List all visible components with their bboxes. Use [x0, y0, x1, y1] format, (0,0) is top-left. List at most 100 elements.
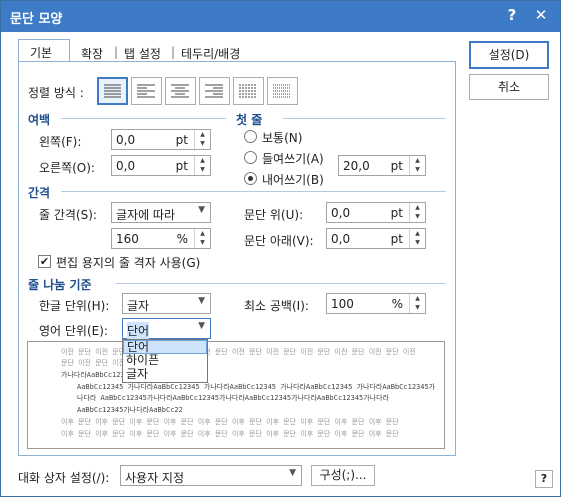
tab-border-background[interactable]: 테두리/배경	[181, 45, 240, 62]
min-space-label: 최소 공백(I):	[244, 299, 309, 313]
spinner-icon[interactable]: ▲ ▼	[409, 229, 425, 248]
tab-separator: |	[171, 45, 176, 59]
margin-divider	[61, 118, 226, 119]
tab-basic[interactable]: 기본	[30, 44, 52, 61]
chevron-down-icon: ▼	[289, 468, 296, 478]
spinner-icon[interactable]: ▲ ▼	[194, 229, 210, 248]
align-label: 정렬 방식 :	[28, 86, 84, 100]
line-spacing-type-select[interactable]: 글자에 따라 ▼	[111, 202, 211, 223]
english-unit-value: 단어	[127, 322, 150, 339]
align-distribute-icon	[239, 84, 257, 98]
first-normal-radio[interactable]	[244, 130, 257, 143]
left-margin-label: 왼쪽(F):	[39, 135, 82, 149]
dialog-settings-value: 사용자 지정	[125, 471, 185, 485]
chevron-down-icon: ▼	[198, 321, 205, 331]
paragraph-dialog: 문단 모양 ? ✕ 기본 확장 | 탭 설정 | 테두리/배경 설정(D) 취소…	[0, 0, 561, 497]
space-below-label: 문단 아래(V):	[244, 234, 314, 248]
korean-unit-value: 글자	[127, 299, 150, 313]
align-right-icon	[205, 84, 223, 98]
dialog-settings-select[interactable]: 사용자 지정 ▼	[120, 465, 302, 486]
spinner-icon[interactable]: ▲ ▼	[409, 294, 425, 313]
min-space-unit: %	[391, 297, 403, 311]
first-normal-label[interactable]: 보통(N)	[262, 129, 302, 146]
preview-prev-line: 이전 문단 이전 문단 이전 문단 이전 문단 이전 문단 이전 문단 이전 문…	[61, 348, 416, 356]
dialog-title: 문단 모양	[10, 12, 63, 27]
spacing-section-title: 간격	[28, 186, 51, 200]
line-spacing-value: 160	[116, 232, 139, 246]
spinner-icon[interactable]: ▲ ▼	[409, 203, 425, 222]
space-above-unit: pt	[390, 206, 403, 220]
chevron-down-icon: ▼	[198, 205, 205, 215]
line-spacing-type-value: 글자에 따라	[116, 208, 176, 222]
first-outdent-radio[interactable]	[244, 172, 257, 185]
align-split-icon	[273, 84, 291, 98]
config-button[interactable]: 구성(;)...	[311, 465, 375, 486]
align-split-button[interactable]	[267, 77, 298, 105]
align-left-icon	[137, 84, 155, 98]
korean-unit-label: 한글 단위(H):	[39, 299, 110, 313]
first-line-section-title: 첫 줄	[236, 113, 263, 127]
left-margin-value: 0,0	[116, 133, 136, 147]
space-below-value: 0,0	[331, 232, 351, 246]
dropdown-option[interactable]: 글자	[123, 368, 207, 382]
min-space-field[interactable]: 100 % ▲ ▼	[326, 293, 426, 314]
align-distribute-button[interactable]	[233, 77, 264, 105]
tab-tab-settings[interactable]: 탭 설정	[124, 45, 161, 62]
first-line-value-field[interactable]: 20,0 pt ▲ ▼	[338, 155, 426, 176]
first-line-value: 20,0	[343, 159, 370, 173]
spinner-icon[interactable]: ▲ ▼	[194, 156, 210, 175]
wrap-section-title: 줄 나눔 기준	[28, 278, 92, 292]
english-unit-select[interactable]: 단어 ▼	[122, 318, 211, 339]
align-right-button[interactable]	[199, 77, 230, 105]
space-below-unit: pt	[390, 232, 403, 246]
grid-checkbox-label[interactable]: 편집 용지의 줄 격자 사용(G)	[56, 254, 200, 271]
cancel-button[interactable]: 취소	[469, 74, 549, 100]
dropdown-option[interactable]: 단어	[123, 340, 207, 354]
align-center-icon	[171, 84, 189, 98]
spacing-divider	[61, 191, 446, 192]
right-margin-field[interactable]: 0,0 pt ▲ ▼	[111, 155, 211, 176]
space-above-field[interactable]: 0,0 pt ▲ ▼	[326, 202, 426, 223]
spinner-icon[interactable]: ▲ ▼	[194, 130, 210, 149]
right-margin-unit: pt	[175, 159, 188, 173]
spinner-icon[interactable]: ▲ ▼	[409, 156, 425, 175]
preview-text-3: 나다라 AaBbCc12345가나다라AaBbCc12345가나다라AaBbCc…	[77, 394, 390, 402]
english-unit-dropdown-list: 단어 하이픈 글자	[122, 339, 208, 383]
close-icon[interactable]: ✕	[531, 6, 551, 24]
preview-text-2: AaBbCc12345 가나다라AaBbCc12345 가나다라AaBbCc12…	[77, 383, 436, 391]
tab-separator: |	[114, 45, 119, 59]
ok-button[interactable]: 설정(D)	[469, 41, 549, 69]
preview-box: 이전 문단 이전 문단 이전 문단 이전 문단 이전 문단 이전 문단 이전 문…	[27, 341, 445, 449]
min-space-value: 100	[331, 297, 354, 311]
dropdown-option[interactable]: 하이픈	[123, 354, 207, 368]
space-above-value: 0,0	[331, 206, 351, 220]
right-margin-label: 오른쪽(O):	[39, 161, 95, 175]
korean-unit-select[interactable]: 글자 ▼	[122, 293, 211, 314]
line-spacing-unit: %	[176, 232, 188, 246]
line-spacing-label: 줄 간격(S):	[39, 208, 97, 222]
first-indent-label[interactable]: 들여쓰기(A)	[262, 150, 324, 167]
line-spacing-value-field[interactable]: 160 % ▲ ▼	[111, 228, 211, 249]
space-below-field[interactable]: 0,0 pt ▲ ▼	[326, 228, 426, 249]
tab-extend[interactable]: 확장	[81, 45, 103, 62]
space-above-label: 문단 위(U):	[244, 208, 304, 222]
align-left-button[interactable]	[131, 77, 162, 105]
align-center-button[interactable]	[165, 77, 196, 105]
preview-text-4: AaBbCc12345가나다라AaBbCc22	[77, 406, 183, 414]
left-margin-field[interactable]: 0,0 pt ▲ ▼	[111, 129, 211, 150]
align-justify-button[interactable]	[97, 77, 128, 105]
first-outdent-label[interactable]: 내어쓰기(B)	[262, 171, 324, 188]
margin-section-title: 여백	[28, 113, 51, 127]
help-button[interactable]: ?	[535, 470, 553, 488]
first-line-divider	[283, 118, 446, 119]
first-indent-radio[interactable]	[244, 151, 257, 164]
dialog-settings-label: 대화 상자 설정(/):	[18, 471, 110, 485]
help-title-button[interactable]: ?	[502, 6, 522, 24]
right-margin-value: 0,0	[116, 159, 136, 173]
chevron-down-icon: ▼	[198, 296, 205, 306]
first-line-unit: pt	[390, 159, 403, 173]
left-margin-unit: pt	[175, 133, 188, 147]
english-unit-label: 영어 단위(E):	[39, 324, 108, 338]
grid-checkbox[interactable]: ✔	[38, 255, 51, 268]
preview-next-line2: 이후 문단 이후 문단 이후 문단 이후 문단 이후 문단 이후 문단 이후 문…	[61, 430, 399, 438]
